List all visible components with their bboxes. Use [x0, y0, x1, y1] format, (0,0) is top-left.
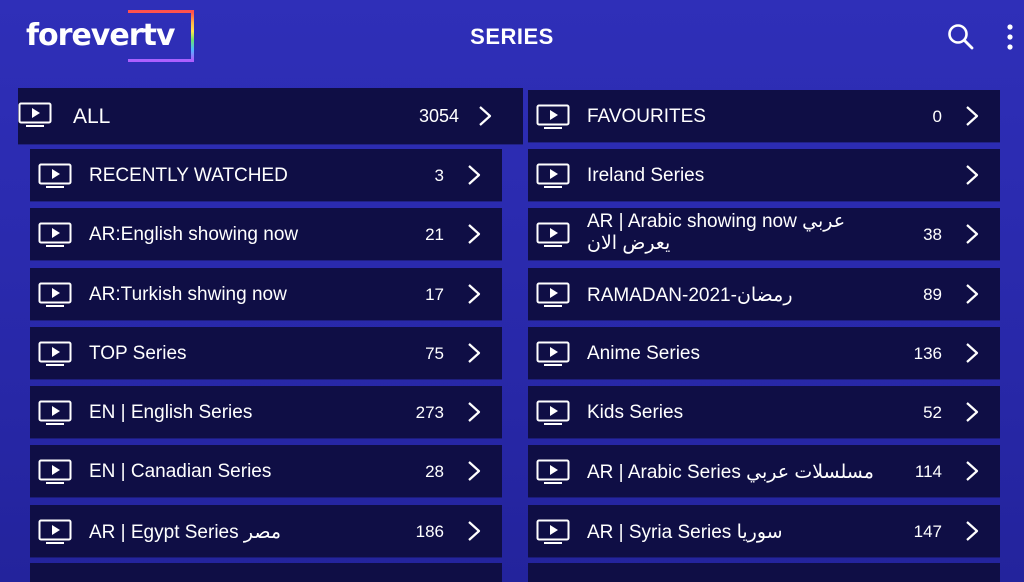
row-count: 0	[932, 107, 942, 126]
chevron-right-icon	[966, 343, 979, 363]
tv-icon	[38, 400, 72, 425]
row-label: AR | Egypt Series مصر	[89, 522, 282, 543]
more-vertical-icon	[1007, 24, 1013, 50]
category-row[interactable]: FAVOURITES 0	[528, 90, 1000, 142]
row-label: EN | Canadian Series	[89, 461, 272, 482]
chevron-right-icon	[966, 284, 979, 304]
category-row[interactable]: RAMADAN-2021-رمضان 89	[528, 268, 1000, 320]
row-label: RECENTLY WATCHED	[89, 165, 288, 186]
chevron-right-icon	[468, 521, 481, 541]
category-row[interactable]: AR:Turkish shwing now 17	[30, 268, 502, 320]
chevron-right-icon	[966, 165, 979, 185]
tv-icon	[38, 519, 72, 544]
chevron-right-icon	[468, 343, 481, 363]
search-button[interactable]	[946, 22, 976, 52]
category-row[interactable]: Anime Series 136	[528, 327, 1000, 379]
row-label: AR | Arabic Series مسلسلات عربي	[587, 462, 874, 483]
chevron-right-icon	[966, 106, 979, 126]
row-count: 3054	[418, 106, 459, 126]
category-row[interactable]: EN | English Series 273	[30, 386, 502, 438]
tv-icon	[38, 341, 72, 366]
tv-icon	[536, 222, 570, 247]
tv-icon	[38, 222, 72, 247]
category-row[interactable]: AR | Syria Series سوريا 147	[528, 505, 1000, 557]
app-header: forevertv SERIES	[0, 0, 1024, 80]
row-label: EN | English Series	[89, 402, 253, 423]
chevron-right-icon	[479, 106, 492, 126]
row-count: 52	[923, 403, 942, 422]
row-count: 17	[425, 285, 444, 304]
row-label: Ireland Series	[587, 165, 705, 186]
tv-icon	[38, 282, 72, 307]
tv-icon	[536, 282, 570, 307]
category-row-all[interactable]: ALL 3054	[18, 88, 523, 144]
row-count: 114	[914, 462, 942, 481]
row-label: Anime Series	[587, 343, 700, 364]
search-icon	[948, 24, 974, 50]
row-count: 28	[425, 462, 444, 481]
row-count: 38	[923, 225, 942, 244]
row-label: Kids Series	[587, 402, 684, 423]
row-label: AR | Syria Series سوريا	[587, 522, 783, 543]
category-row[interactable]: Ireland Series	[528, 149, 1000, 201]
category-row[interactable]: AR | Arabic showing now عربي يعرض الان 38	[528, 208, 1000, 260]
category-row[interactable]: RECENTLY WATCHED 3	[30, 149, 502, 201]
category-row[interactable]: Kids Series 52	[528, 386, 1000, 438]
category-row[interactable]: AR | Egypt Series مصر 186	[30, 505, 502, 557]
chevron-right-icon	[468, 284, 481, 304]
next-row-peek-left[interactable]	[30, 563, 502, 582]
next-row-peek-right[interactable]	[528, 563, 1000, 582]
chevron-right-icon	[966, 224, 979, 244]
chevron-right-icon	[966, 461, 979, 481]
row-label: ALL	[73, 105, 111, 128]
overflow-menu-button[interactable]	[998, 22, 1022, 52]
chevron-right-icon	[468, 402, 481, 422]
tv-icon	[18, 102, 52, 127]
category-row[interactable]: AR:English showing now 21	[30, 208, 502, 260]
row-label: FAVOURITES	[587, 106, 706, 127]
tv-icon	[536, 163, 570, 188]
page-title: SERIES	[470, 24, 554, 49]
row-count: 21	[425, 225, 444, 244]
chevron-right-icon	[468, 224, 481, 244]
tv-icon	[536, 341, 570, 366]
row-count: 136	[913, 344, 942, 363]
row-label: AR | Arabic showing now عربي يعرض الان	[587, 211, 846, 254]
row-count: 89	[923, 285, 942, 304]
tv-icon	[536, 104, 570, 129]
row-count: 273	[415, 403, 444, 422]
tv-icon	[38, 459, 72, 484]
row-count: 75	[425, 344, 444, 363]
row-label: AR:English showing now	[89, 224, 299, 245]
tv-icon	[536, 519, 570, 544]
tv-icon	[38, 163, 72, 188]
row-count: 147	[913, 522, 942, 541]
row-label: AR:Turkish shwing now	[89, 284, 287, 305]
chevron-right-icon	[966, 521, 979, 541]
row-count: 3	[434, 166, 444, 185]
chevron-right-icon	[468, 165, 481, 185]
row-label: RAMADAN-2021-رمضان	[587, 285, 793, 306]
category-row[interactable]: TOP Series 75	[30, 327, 502, 379]
tv-icon	[536, 459, 570, 484]
row-count: 186	[415, 522, 444, 541]
tv-icon	[536, 400, 570, 425]
chevron-right-icon	[966, 402, 979, 422]
category-row[interactable]: EN | Canadian Series 28	[30, 445, 502, 497]
row-label: TOP Series	[89, 343, 187, 364]
category-row[interactable]: AR | Arabic Series مسلسلات عربي 114	[528, 445, 1000, 497]
chevron-right-icon	[468, 461, 481, 481]
